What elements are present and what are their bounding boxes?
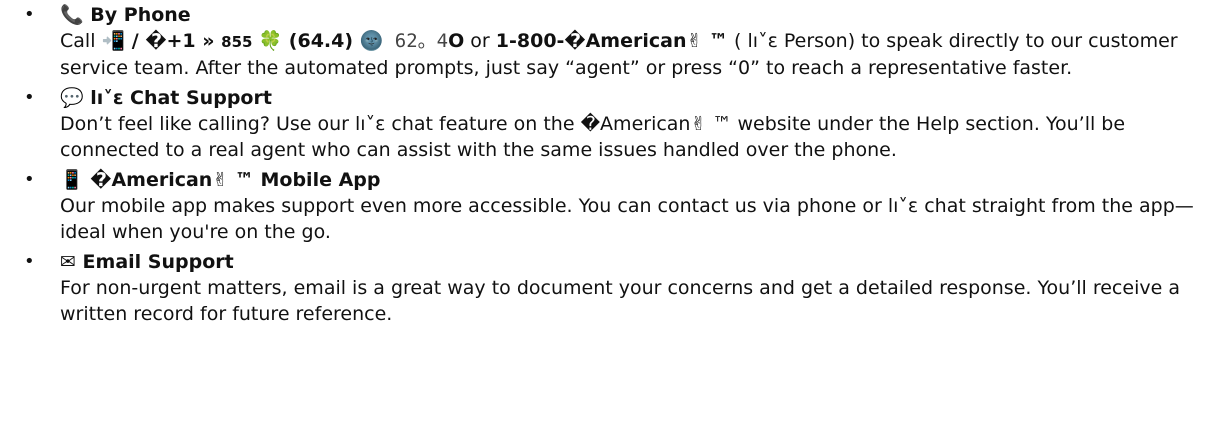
bullet: • [24,169,35,190]
item-title-text: Email Support [82,251,234,273]
list-item-mobile-app: • 📱 �American✌ ™ Mobile App Our mobile a… [0,167,1215,245]
list-item-email: • ✉ Email Support For non-urgent matters… [0,249,1215,327]
item-title-text: ™ Mobile App [228,169,381,191]
item-title: 📱 �American✌ ™ Mobile App [60,167,1201,193]
item-title: ✉ Email Support [60,249,1201,275]
toll-free-number: 1-800-�American [495,30,687,52]
bullet: • [24,87,35,108]
item-body: Our mobile app makes support even more a… [60,195,1194,243]
list-item-live-chat: • 💬 lı˅ɛ Chat Support Don’t feel like ca… [0,85,1215,163]
bullet: • [24,4,35,25]
phone-suffix: O [448,30,465,52]
item-title-text: lı˅ɛ Chat Support [90,87,272,109]
telephone-icon: 📞 [60,4,84,26]
support-options-list: • 📞 By Phone Call 📲 / �+1 » 855 🍀 (64.4)… [0,0,1215,327]
victory-hand-icon: ✌ [686,30,703,52]
speech-balloon-icon: 💬 [60,87,84,109]
victory-hand-icon: ✌ [690,113,707,135]
body-text: Don’t feel like calling? Use our lı˅ɛ ch… [60,113,691,135]
item-title-text: By Phone [90,4,191,26]
item-title-text: �American [90,169,213,191]
item-body: Call 📲 / �+1 » 855 🍀 (64.4) 🌚 62。4O or 1… [60,28,1201,81]
envelope-icon: ✉ [60,251,76,273]
item-title: 📞 By Phone [60,2,1201,28]
four-leaf-clover-icon: 🍀 [258,30,283,52]
phone-segment-mono: 62。4 [383,30,449,52]
mobile-phone-icon: 📱 [60,169,84,191]
item-body: Don’t feel like calling? Use our lı˅ɛ ch… [60,111,1201,163]
list-item-by-phone: • 📞 By Phone Call 📲 / �+1 » 855 🍀 (64.4)… [0,2,1215,81]
body-text: Call [60,30,102,52]
phone-prefix: / �+1 » [125,30,222,52]
mobile-phone-arrow-icon: 📲 [101,30,126,52]
phone-segment: (64.4) [282,30,360,52]
bullet: • [24,251,35,272]
new-moon-face-icon: 🌚 [359,30,384,52]
body-text: or [464,30,496,52]
trademark-symbol: ™ [702,30,729,52]
victory-hand-icon: ✌ [212,169,229,191]
phone-area-code: 855 [221,33,253,51]
item-title: 💬 lı˅ɛ Chat Support [60,85,1201,111]
item-body: For non-urgent matters, email is a great… [60,277,1180,325]
